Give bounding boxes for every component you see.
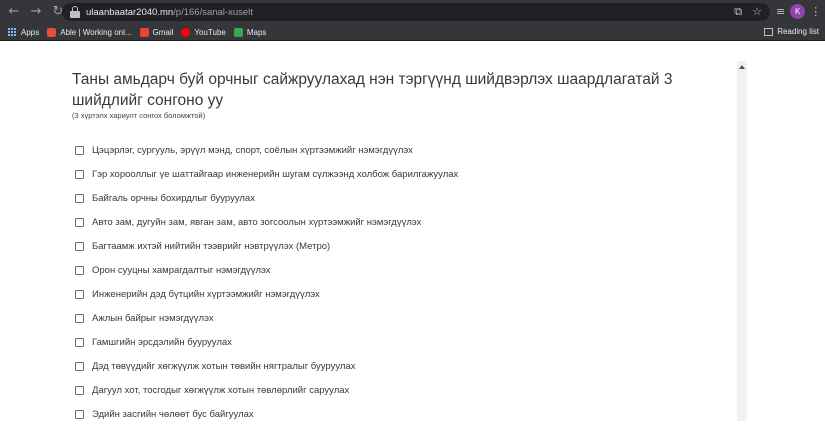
maps-icon [233, 27, 243, 37]
option-item[interactable]: Гамшгийн эрсдэлийн бууруулах [75, 330, 458, 354]
url-text[interactable]: ulaanbaatar2040.mn/p/166/sanal-xuselt [86, 7, 253, 18]
browser-toolbar: ← → ↻ ulaanbaatar2040.mn/p/166/sanal-xus… [0, 0, 825, 24]
option-checkbox[interactable] [75, 313, 84, 323]
lock-icon[interactable] [70, 6, 80, 18]
option-checkbox[interactable] [75, 409, 84, 419]
option-item[interactable]: Байгаль орчны бохирдлыг бууруулах [75, 186, 458, 210]
option-checkbox[interactable] [75, 241, 84, 251]
apps-grid-icon [8, 27, 17, 37]
bookmark-star-icon[interactable]: ☆ [752, 5, 762, 19]
bookmark-apps[interactable]: Apps [8, 27, 39, 37]
option-checkbox[interactable] [75, 385, 84, 395]
forward-arrow-icon[interactable]: → [28, 4, 44, 20]
bookmarks-bar: Apps Able | Working onl... Gmail YouTube… [0, 24, 825, 41]
page-content: Таны амьдарч буй орчныг сайжруулахад нэн… [0, 41, 825, 421]
option-item[interactable]: Авто зам, дугуйн зам, явган зам, авто зо… [75, 210, 458, 234]
profile-avatar[interactable]: K [790, 4, 806, 19]
option-item[interactable]: Дагуул хот, тосгодыг хөгжүүлж хотын төвл… [75, 378, 458, 402]
option-item[interactable]: Цэцэрлэг, сургууль, эрүүл мэнд, спорт, с… [75, 138, 458, 162]
option-item[interactable]: Багтаамж ихтэй нийтийн тээврийг нэвтрүүл… [75, 234, 458, 258]
option-item[interactable]: Гэр хорооллыг үе шаттайгаар инженерийн ш… [75, 162, 458, 186]
options-list: Цэцэрлэг, сургууль, эрүүл мэнд, спорт, с… [75, 138, 458, 426]
bookmark-youtube[interactable]: YouTube [181, 27, 226, 37]
option-checkbox[interactable] [75, 193, 84, 203]
youtube-icon [181, 27, 191, 37]
option-item[interactable]: Ажлын байрыг нэмэгдүүлэх [75, 306, 458, 330]
option-item[interactable]: Дэд төвүүдийг хөгжүүлж хотын төвийн нягт… [75, 354, 458, 378]
scroll-up-arrow-icon[interactable] [739, 65, 745, 69]
option-checkbox[interactable] [75, 169, 84, 179]
option-checkbox[interactable] [75, 289, 84, 299]
scrollbar[interactable] [737, 61, 747, 421]
option-checkbox[interactable] [75, 217, 84, 227]
extensions-icon[interactable]: ≡ [776, 5, 785, 18]
gmail-icon [139, 27, 149, 37]
option-checkbox[interactable] [75, 145, 84, 155]
question-title: Таны амьдарч буй орчныг сайжруулахад нэн… [72, 71, 673, 109]
option-item[interactable]: Эдийн засгийн чөлөөт бус байгуулах [75, 402, 458, 426]
menu-dots-icon[interactable]: ⋮ [810, 5, 821, 18]
option-item[interactable]: Орон сууцны хамрагдалтыг нэмэгдүүлэх [75, 258, 458, 282]
reading-list-icon [764, 27, 774, 36]
address-bar[interactable]: ulaanbaatar2040.mn/p/166/sanal-xuselt ⧉ … [62, 3, 770, 21]
able-icon [47, 27, 57, 37]
bookmark-maps[interactable]: Maps [233, 27, 266, 37]
option-checkbox[interactable] [75, 337, 84, 347]
back-arrow-icon[interactable]: ← [6, 4, 22, 20]
option-checkbox[interactable] [75, 265, 84, 275]
bookmark-able[interactable]: Able | Working onl... [47, 27, 132, 37]
translate-icon[interactable]: ⧉ [734, 5, 742, 19]
option-item[interactable]: Инженерийн дэд бүтцийн хүртээмжийг нэмэг… [75, 282, 458, 306]
option-checkbox[interactable] [75, 361, 84, 371]
bookmark-gmail[interactable]: Gmail [139, 27, 173, 37]
reading-list-button[interactable]: Reading list [764, 27, 819, 36]
question-hint: (3 хүртэлх хариулт сонгох боломжтой) [72, 111, 206, 120]
